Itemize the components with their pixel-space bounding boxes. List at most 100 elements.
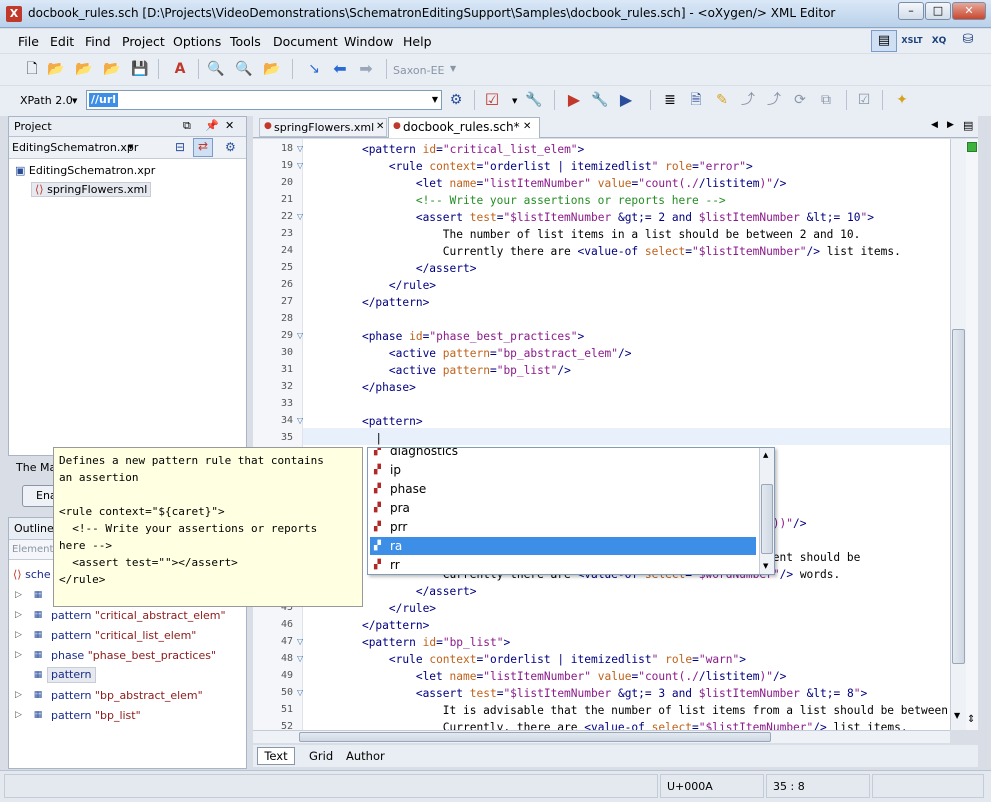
refresh-icon[interactable]: ⟳	[790, 90, 810, 110]
code-line[interactable]: </pattern>	[335, 294, 429, 311]
find-icon[interactable]: 🔍	[206, 59, 226, 79]
tab-close-icon[interactable]: ✕	[376, 121, 384, 132]
scroll-up-icon[interactable]: ▲	[763, 451, 768, 459]
save-icon[interactable]: 💾	[130, 59, 150, 79]
code-line[interactable]: |	[335, 430, 382, 447]
menu-edit[interactable]: Edit	[50, 34, 74, 49]
xpath-version-dropdown-icon[interactable]: ▼	[72, 97, 77, 105]
code-line[interactable]: <assert test="$listItemNumber &gt;= 2 an…	[335, 209, 874, 226]
back-arrow-icon[interactable]: ⬅	[330, 59, 350, 79]
completion-item-selected[interactable]: ▞ ra	[370, 537, 756, 555]
broom-icon[interactable]: ✦	[892, 90, 912, 110]
scrollbar-thumb[interactable]	[952, 329, 965, 664]
mode-text-tab[interactable]: Text	[257, 747, 295, 765]
editor-perspective-icon[interactable]: ▤	[871, 30, 897, 52]
tree-project-root[interactable]: ▣ EditingSchematron.xpr	[15, 164, 155, 177]
fold-toggle-icon[interactable]: ▽	[297, 331, 303, 340]
configure-validation-icon[interactable]: 🔧	[524, 90, 544, 110]
tab-scroll-left-icon[interactable]: ◀	[931, 120, 938, 130]
tag-icon[interactable]: ✎	[712, 90, 732, 110]
code-line[interactable]: It is advisable that the number of list …	[335, 702, 948, 719]
code-line[interactable]: Currently, there are <value-of select="$…	[335, 719, 908, 730]
content-completion-popup[interactable]: ▞ diagnostics ▞ ip ▞ phase ▞ pra ▞ prr ▞ ra ▞ r…	[367, 447, 775, 575]
panel-pin-icon[interactable]: 📌	[205, 119, 219, 132]
fold-toggle-icon[interactable]: ▽	[297, 654, 303, 663]
code-line[interactable]: <rule context = "orderlist | itemizedlist "…	[335, 158, 753, 175]
expand-arrow-icon[interactable]: ▷	[15, 710, 22, 720]
check-icon[interactable]: ☑	[854, 90, 874, 110]
expand-arrow-icon[interactable]: ▷	[15, 690, 22, 700]
close-button[interactable]: ✕	[952, 2, 986, 20]
new-file-icon[interactable]: 🗋	[22, 59, 42, 79]
code-line[interactable]: </rule>	[335, 277, 436, 294]
code-line[interactable]: <phase id="phase_best_practices">	[335, 328, 584, 345]
code-line[interactable]: <assert test="$listItemNumber &gt;= 3 an…	[335, 685, 867, 702]
completion-item[interactable]: ▞ ip	[370, 461, 756, 479]
xpath-settings-icon[interactable]: ⚙	[446, 90, 466, 110]
project-settings-icon[interactable]: ⚙	[225, 140, 236, 154]
code-line[interactable]: <!-- Write your assertions or reports he…	[335, 192, 726, 209]
completion-item[interactable]: ▞ pra	[370, 499, 756, 517]
scroll-down-icon[interactable]: ▼	[954, 711, 960, 720]
code-editor[interactable]: 18 ▽ <pattern id="critical_list_elem"> 19 ▽…	[253, 139, 950, 730]
forward-arrow-icon[interactable]: ➡	[356, 59, 376, 79]
editor-horizontal-scrollbar[interactable]	[253, 730, 950, 743]
menu-find[interactable]: Find	[85, 34, 111, 49]
find-in-files-icon[interactable]: 🔍	[234, 59, 254, 79]
xquery-perspective-icon[interactable]: XQ	[928, 32, 950, 50]
completion-scrollbar[interactable]: ▲ ▼	[759, 448, 774, 574]
xpath-history-icon[interactable]: ▼	[432, 95, 438, 104]
code-line[interactable]: <active pattern="bp_abstract_elem"/>	[335, 345, 632, 362]
spell-check-icon[interactable]: A	[170, 59, 190, 79]
fold-toggle-icon[interactable]: ▽	[297, 637, 303, 646]
mode-grid-tab[interactable]: Grid	[309, 749, 333, 763]
debug-icon[interactable]: ▶	[616, 90, 636, 110]
outline-item-selected[interactable]: ▦ pattern	[9, 666, 246, 686]
menu-tools[interactable]: Tools	[230, 34, 261, 49]
project-file-label[interactable]: EditingSchematron.xpr	[12, 141, 138, 154]
database-perspective-icon[interactable]: ⛁	[958, 32, 978, 50]
tab-docbook-rules[interactable]: ● docbook_rules.sch* ✕	[388, 117, 540, 138]
tab-springflowers[interactable]: ● springFlowers.xml ✕	[259, 118, 387, 137]
minimize-button[interactable]: –	[898, 2, 924, 20]
code-line[interactable]: <pattern id="bp_list">	[335, 634, 510, 651]
transformer-label[interactable]: Saxon-EE	[393, 64, 444, 77]
expand-arrow-icon[interactable]: ▷	[15, 610, 22, 620]
menu-project[interactable]: Project	[122, 34, 165, 49]
outline-item[interactable]: ▷ ▦ pattern "bp_list"	[9, 706, 246, 726]
tree-icon[interactable]: ⤴	[738, 90, 758, 110]
split-editor-icon[interactable]: ⇕	[967, 714, 975, 725]
code-line[interactable]: The number of list items in a list shoul…	[335, 226, 861, 243]
xpath-version-label[interactable]: XPath 2.0	[20, 94, 73, 107]
outline-item[interactable]: ▷ ▦ pattern "bp_abstract_elem"	[9, 686, 246, 706]
xslt-perspective-icon[interactable]: XSLT	[900, 32, 924, 50]
tab-scroll-right-icon[interactable]: ▶	[947, 120, 954, 130]
navigate-icon[interactable]: ↘	[304, 59, 324, 79]
fold-toggle-icon[interactable]: ▽	[297, 416, 303, 425]
expand-arrow-icon[interactable]: ▷	[15, 650, 22, 660]
code-line[interactable]: </assert>	[335, 260, 477, 277]
project-dropdown-icon[interactable]: ▼	[128, 143, 133, 151]
menu-window[interactable]: Window	[344, 34, 393, 49]
validate-dropdown-icon[interactable]: ▼	[512, 97, 517, 105]
transformer-dropdown-icon[interactable]: ▼	[450, 64, 456, 73]
open-url-icon[interactable]: 📂	[74, 59, 94, 79]
completion-item[interactable]: ▞ prr	[370, 518, 756, 536]
editor-vertical-scrollbar[interactable]: ▼	[950, 139, 966, 730]
h-scrollbar-thumb[interactable]	[299, 732, 771, 742]
panel-close-icon[interactable]: ✕	[225, 119, 234, 132]
expand-arrow-icon[interactable]: ▷	[15, 590, 22, 600]
completion-item[interactable]: ▞ phase	[370, 480, 756, 498]
menu-options[interactable]: Options	[173, 34, 221, 49]
code-line[interactable]: <pattern>	[335, 413, 423, 430]
scroll-down-icon[interactable]: ▼	[763, 562, 768, 570]
fold-toggle-icon[interactable]: ▽	[297, 212, 303, 221]
copy-icon[interactable]: ⧉	[816, 90, 836, 110]
link-with-editor-icon[interactable]: ⇄	[193, 138, 213, 157]
tree-file-springflowers[interactable]: ⟨⟩ springFlowers.xml	[31, 182, 152, 197]
completion-item[interactable]: ▞ diagnostics	[370, 448, 756, 460]
tree-up-icon[interactable]: ⤴	[764, 90, 784, 110]
code-line[interactable]: </pattern>	[335, 617, 429, 634]
outline-root[interactable]: ⟨⟩ sche	[13, 568, 51, 581]
completion-scrollbar-thumb[interactable]	[761, 484, 773, 554]
